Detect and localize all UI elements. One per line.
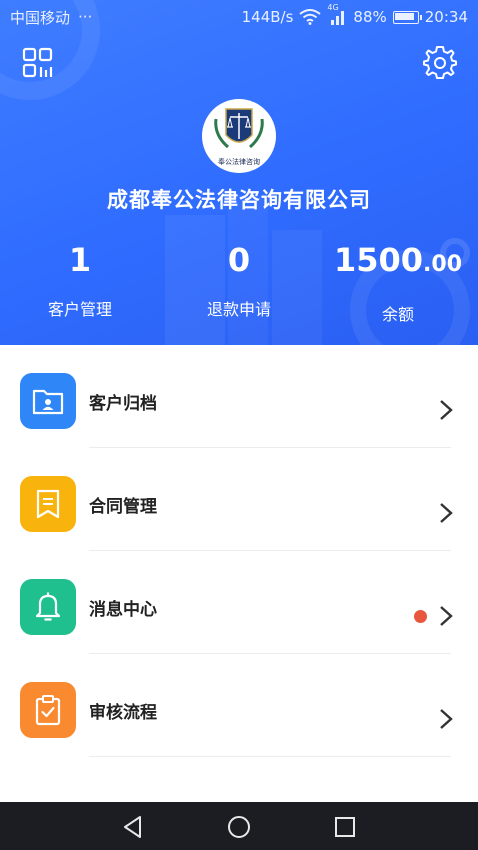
recent-apps-icon[interactable] (332, 814, 358, 840)
stat-refunds[interactable]: 0 退款申请 (159, 238, 319, 320)
clock: 20:34 (424, 8, 468, 26)
battery-icon (392, 10, 422, 24)
stat-label: 余额 (381, 305, 414, 324)
divider (89, 756, 451, 757)
chevron-right-icon (440, 709, 453, 729)
status-bar: 中国移动 ··· 144B/s 4G 88% 20:34 (0, 0, 478, 34)
menu-item-label: 消息中心 (89, 600, 157, 620)
header-panel: 中国移动 ··· 144B/s 4G 88% 20:34 奉公法律咨询 成都奉公… (0, 0, 478, 345)
stat-label: 客户管理 (47, 300, 112, 319)
menu-item-review-process[interactable]: 审核流程 (0, 654, 478, 757)
company-name: 成都奉公法律咨询有限公司 (107, 188, 371, 212)
signal-icon: 4G (327, 3, 347, 25)
menu-item-customer-archive[interactable]: 客户归档 (0, 345, 478, 448)
chevron-right-icon (440, 400, 453, 420)
status-dots: ··· (78, 8, 93, 26)
stat-value: 0 (227, 241, 251, 279)
folder-user-icon (20, 373, 76, 429)
wifi-icon (299, 9, 322, 25)
network-speed: 144B/s (241, 8, 294, 26)
stat-customers[interactable]: 1 客户管理 (0, 238, 160, 320)
stat-value: 1 (68, 241, 92, 279)
stat-balance[interactable]: 1500.00 余额 (318, 238, 478, 325)
menu-item-label: 客户归档 (89, 394, 157, 414)
back-icon[interactable] (120, 814, 146, 840)
stat-label: 退款申请 (206, 300, 271, 319)
unread-badge (414, 610, 427, 623)
balance-integer: 1500 (333, 241, 424, 279)
home-icon[interactable] (226, 814, 252, 840)
menu-item-label: 审核流程 (89, 703, 157, 723)
chevron-right-icon (440, 503, 453, 523)
scales-icon (214, 108, 264, 149)
logo-text: 奉公法律咨询 (218, 158, 260, 166)
company-logo: 奉公法律咨询 (202, 99, 276, 173)
chevron-right-icon (440, 606, 453, 626)
stat-value: 1500.00 (318, 238, 478, 287)
menu-list: 客户归档 合同管理 消息中心 审核流程 (0, 345, 478, 757)
bell-icon (20, 579, 76, 635)
clipboard-check-icon (20, 682, 76, 738)
menu-item-message-center[interactable]: 消息中心 (0, 551, 478, 654)
carrier-label: 中国移动 (10, 8, 71, 27)
system-nav-bar (0, 802, 478, 850)
bookmark-doc-icon (20, 476, 76, 532)
gear-icon[interactable] (423, 46, 457, 80)
battery-percent: 88% (353, 8, 387, 26)
scan-icon[interactable] (21, 46, 55, 80)
balance-cents: .00 (423, 252, 463, 277)
menu-item-label: 合同管理 (89, 497, 157, 517)
menu-item-contract-management[interactable]: 合同管理 (0, 448, 478, 551)
